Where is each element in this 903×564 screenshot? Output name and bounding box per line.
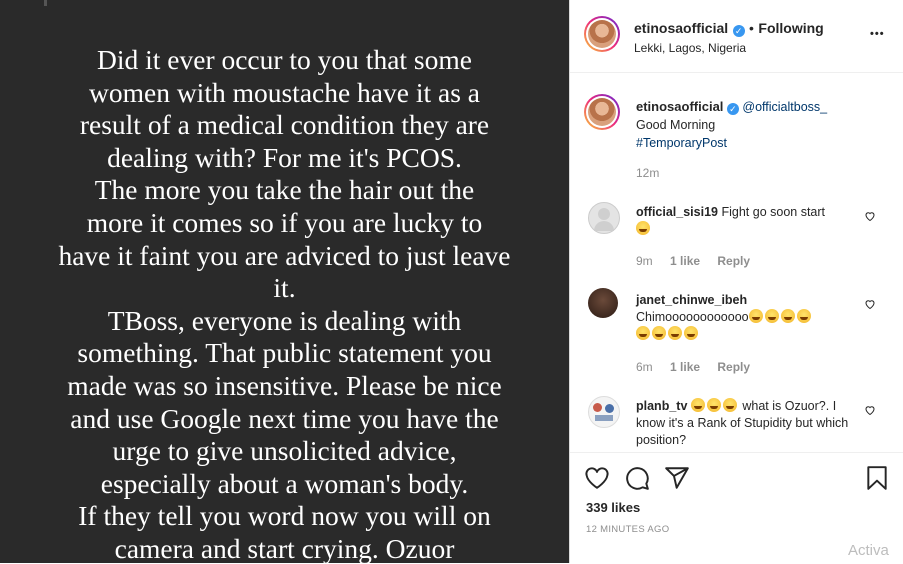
- story-line: If they tell you word now you will on: [78, 500, 491, 532]
- more-options-button[interactable]: •••: [870, 28, 885, 40]
- laughing-emoji-icon: [764, 309, 779, 323]
- laughing-emoji-icon: [636, 221, 650, 235]
- laughing-emoji-icon: [722, 398, 737, 412]
- reply-button[interactable]: Reply: [717, 360, 750, 374]
- comment-meta: 6m 1 like Reply: [636, 360, 764, 374]
- caption-body: Good Morning: [636, 118, 716, 132]
- post-image[interactable]: Did it ever occur to you that some women…: [0, 0, 569, 563]
- author-username[interactable]: etinosaofficial: [634, 20, 728, 36]
- laughing-emoji-icon: [652, 326, 666, 340]
- post-image-text: Did it ever occur to you that some women…: [0, 44, 569, 563]
- comment-text: planb_tv what is Ozuor?. I know it's a R…: [636, 398, 862, 449]
- caption-hashtag[interactable]: #TemporaryPost: [636, 136, 727, 150]
- header-separator: •: [749, 20, 754, 36]
- story-line: especially about a woman's body.: [100, 467, 469, 499]
- like-comment-heart-icon[interactable]: [864, 210, 876, 222]
- comment-username[interactable]: planb_tv: [636, 399, 687, 413]
- comment-time[interactable]: 9m: [636, 254, 653, 268]
- like-comment-heart-icon[interactable]: [864, 298, 876, 310]
- story-line: something. That public statement you: [77, 337, 492, 369]
- laughing-emoji-icon: [684, 326, 698, 340]
- comment-username[interactable]: janet_chinwe_ibeh: [636, 293, 747, 307]
- caption-mention[interactable]: @officialtboss_: [742, 100, 827, 114]
- comment-text: janet_chinwe_ibeh Chimoooooooooooo: [636, 292, 862, 343]
- like-comment-heart-icon[interactable]: [864, 404, 876, 416]
- comment-icon[interactable]: [624, 465, 650, 491]
- story-line: Did it ever occur to you that some: [97, 44, 472, 75]
- comment-username[interactable]: official_sisi19: [636, 205, 718, 219]
- heart-icon[interactable]: [584, 465, 610, 491]
- story-line: camera and start crying. Ozuor: [114, 532, 455, 563]
- post-side-panel: etinosaofficial ✓ • Following Lekki, Lag…: [569, 0, 903, 563]
- story-line: and use Google next time you have the: [70, 402, 499, 434]
- comment-likes[interactable]: 1 like: [670, 360, 700, 374]
- comment-meta: 9m 1 like Reply: [636, 254, 764, 268]
- commenter-avatar[interactable]: [588, 202, 620, 234]
- caption-text: etinosaofficial ✓ @officialtboss_ Good M…: [636, 98, 886, 152]
- story-line: dealing with? For me it's PCOS.: [107, 141, 462, 173]
- post-header: etinosaofficial ✓ • Following Lekki, Lag…: [570, 0, 903, 73]
- comment-likes[interactable]: 1 like: [670, 254, 700, 268]
- author-avatar[interactable]: [584, 16, 620, 52]
- story-line: it.: [273, 272, 296, 304]
- story-line: The more you take the hair out the: [94, 174, 475, 206]
- comment-body: Chimoooooooooooo: [636, 310, 749, 324]
- caption-username[interactable]: etinosaofficial: [636, 99, 723, 114]
- laughing-emoji-icon: [636, 326, 650, 340]
- post-timestamp[interactable]: 12 MINUTES AGO: [586, 524, 669, 535]
- laughing-emoji-icon: [748, 309, 763, 323]
- laughing-emoji-icon: [796, 309, 811, 323]
- commenter-avatar[interactable]: [588, 396, 620, 428]
- comment-time[interactable]: 6m: [636, 360, 653, 374]
- story-line: urge to give unsolicited advice,: [112, 435, 457, 467]
- story-line: TBoss, everyone is dealing with: [107, 304, 462, 336]
- laughing-emoji-icon: [706, 398, 721, 412]
- comment-text: official_sisi19 Fight go soon start: [636, 204, 862, 238]
- caption-time[interactable]: 12m: [636, 166, 659, 180]
- verified-badge-icon: ✓: [726, 103, 739, 115]
- story-line: more it comes so if you are lucky to: [86, 206, 483, 238]
- verified-badge-icon: ✓: [732, 25, 745, 37]
- story-line: result of a medical condition they are: [79, 109, 490, 141]
- location-link[interactable]: Lekki, Lagos, Nigeria: [634, 41, 746, 55]
- story-line: women with moustache have it as a: [88, 76, 480, 108]
- commenter-avatar[interactable]: [588, 288, 618, 318]
- laughing-emoji-icon: [690, 398, 705, 412]
- laughing-emoji-icon: [668, 326, 682, 340]
- bookmark-icon[interactable]: [864, 465, 890, 491]
- caption-avatar[interactable]: [584, 94, 620, 130]
- likes-count[interactable]: 339 likes: [586, 500, 640, 515]
- laughing-emoji-icon: [780, 309, 795, 323]
- reply-button[interactable]: Reply: [717, 254, 750, 268]
- story-line: have it faint you are adviced to just le…: [58, 239, 511, 271]
- activate-windows-watermark: Activa: [848, 542, 889, 559]
- comment-body: Fight go soon start: [721, 205, 826, 219]
- header-user-line: etinosaofficial ✓ • Following: [634, 20, 824, 38]
- story-line: made was so insensitive. Please be nice: [67, 369, 502, 401]
- following-button[interactable]: Following: [758, 20, 823, 36]
- image-edge-mark: [44, 0, 47, 6]
- share-icon[interactable]: [664, 465, 690, 491]
